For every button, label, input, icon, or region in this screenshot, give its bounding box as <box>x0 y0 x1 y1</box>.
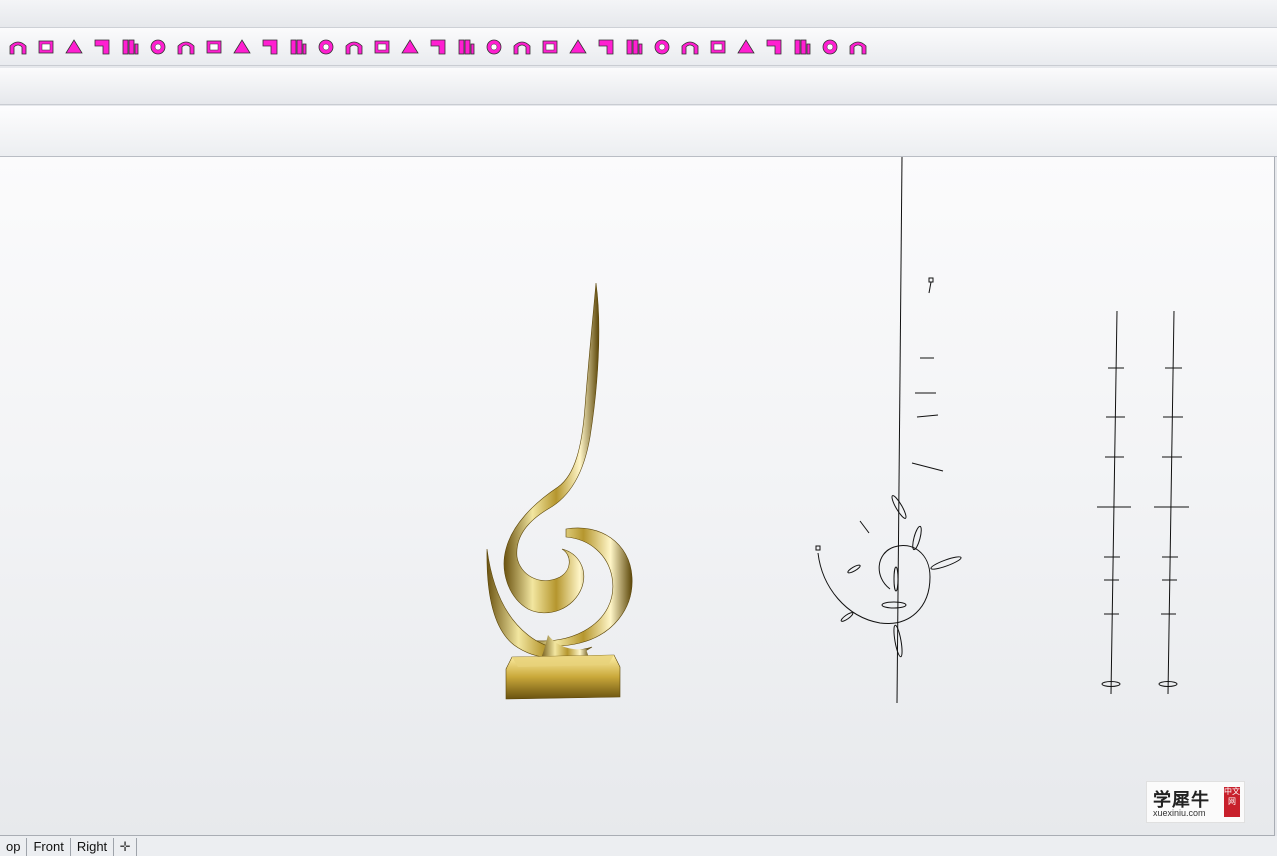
wall-solid-4-icon[interactable] <box>256 33 284 61</box>
sweep-icon[interactable] <box>452 33 480 61</box>
tab-front[interactable]: Front <box>27 838 71 856</box>
watermark-url: xuexiniu.com <box>1153 808 1206 818</box>
star-rotate-icon[interactable] <box>704 33 732 61</box>
arch-icon[interactable] <box>32 33 60 61</box>
wall-solid-3-icon[interactable] <box>228 33 256 61</box>
target-icon[interactable] <box>732 33 760 61</box>
layer-stack-icon[interactable] <box>788 33 816 61</box>
watermark-logo: 学犀牛 xuexiniu.com 中文网 <box>1146 781 1245 823</box>
trim-point-icon[interactable] <box>648 33 676 61</box>
cylinder-arrows-icon[interactable] <box>312 33 340 61</box>
extrude-curves-icon[interactable] <box>536 33 564 61</box>
branch-icon[interactable] <box>676 33 704 61</box>
cut-solid-icon[interactable] <box>60 33 88 61</box>
watermark-seal: 中文网 <box>1224 787 1240 817</box>
scene-canvas <box>486 157 1189 704</box>
main-toolbar <box>0 28 1277 66</box>
title-strip <box>0 0 1277 28</box>
wall-solid-icon[interactable] <box>172 33 200 61</box>
viewport-perspective[interactable] <box>0 157 1275 836</box>
grid-delete-icon[interactable] <box>340 33 368 61</box>
gear-icon[interactable] <box>844 33 872 61</box>
stack-cube-icon[interactable] <box>396 33 424 61</box>
tab-right[interactable]: Right <box>71 838 115 856</box>
status-panel <box>0 106 1277 157</box>
viewport-tabs: op Front Right ✛ <box>0 836 1277 856</box>
blend-petal-icon[interactable] <box>760 33 788 61</box>
network-curve-icon[interactable] <box>816 33 844 61</box>
construction-curves[interactable] <box>815 157 1189 704</box>
plus-icon[interactable]: ✛ <box>114 838 138 856</box>
patch-surface-icon[interactable] <box>508 33 536 61</box>
solid-cube-icon[interactable] <box>620 33 648 61</box>
box-cube-alt-icon[interactable] <box>144 33 172 61</box>
fold-arrow-icon[interactable] <box>480 33 508 61</box>
tab-top[interactable]: op <box>0 838 28 856</box>
rail-revolve-icon[interactable] <box>424 33 452 61</box>
split-x-icon[interactable] <box>592 33 620 61</box>
check-frame-icon[interactable] <box>284 33 312 61</box>
command-area <box>0 68 1277 105</box>
partial-arch-icon[interactable] <box>4 33 32 61</box>
flag-surface-icon[interactable] <box>564 33 592 61</box>
wall-solid-2-icon[interactable] <box>200 33 228 61</box>
grid-icon[interactable] <box>368 33 396 61</box>
trophy-model[interactable] <box>486 282 633 700</box>
fold-edge-icon[interactable] <box>88 33 116 61</box>
box-cube-icon[interactable] <box>116 33 144 61</box>
